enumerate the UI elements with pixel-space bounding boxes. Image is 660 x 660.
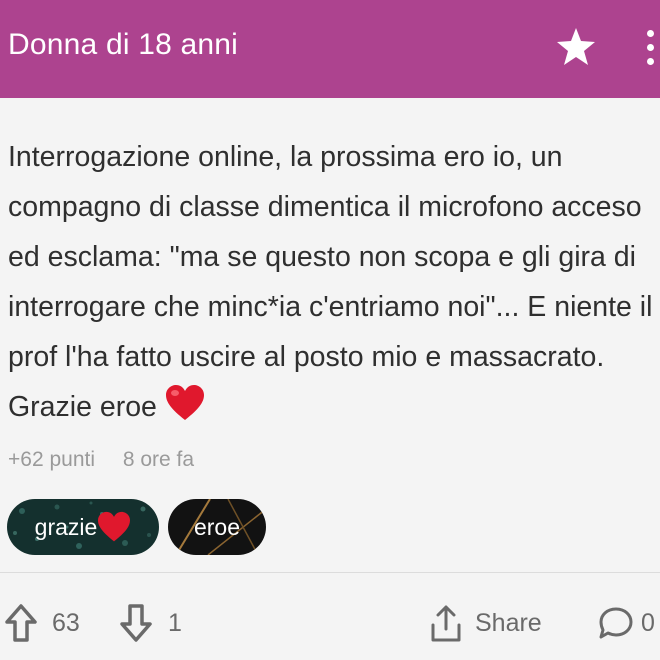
post-text: Interrogazione online, la prossima ero i… <box>8 141 653 423</box>
downvote-count: 1 <box>168 608 182 637</box>
upvote-button[interactable]: 63 <box>4 595 80 651</box>
tag-label: eroe <box>193 513 241 540</box>
post-meta: +62 punti 8 ore fa <box>8 448 194 472</box>
tag-grazie[interactable]: grazie <box>7 499 159 555</box>
post-time: 8 ore fa <box>122 448 195 471</box>
action-bar: 63 1 Share 0 <box>0 595 660 651</box>
star-icon <box>557 28 595 65</box>
points-count: +62 punti <box>8 448 95 471</box>
comments-button[interactable]: 0 <box>597 595 655 651</box>
divider <box>0 572 660 573</box>
page-title: Donna di 18 anni <box>8 28 239 61</box>
downvote-button[interactable]: 1 <box>119 595 182 651</box>
comment-icon <box>599 607 633 639</box>
tag-eroe[interactable]: eroe <box>168 499 266 555</box>
post-body: Interrogazione online, la prossima ero i… <box>8 132 660 432</box>
share-button[interactable]: Share <box>429 595 542 651</box>
arrow-up-icon <box>5 604 37 642</box>
share-label: Share <box>475 608 542 637</box>
tag-label: grazie <box>34 513 98 540</box>
heart-icon <box>165 385 204 420</box>
share-icon <box>431 605 461 642</box>
favorite-button[interactable] <box>555 26 597 68</box>
more-menu-button[interactable] <box>640 28 660 68</box>
arrow-down-icon <box>120 604 152 642</box>
heart-icon <box>98 511 131 542</box>
app-header: Donna di 18 anni <box>0 0 660 98</box>
comment-count: 0 <box>641 608 655 637</box>
upvote-count: 63 <box>52 608 80 637</box>
